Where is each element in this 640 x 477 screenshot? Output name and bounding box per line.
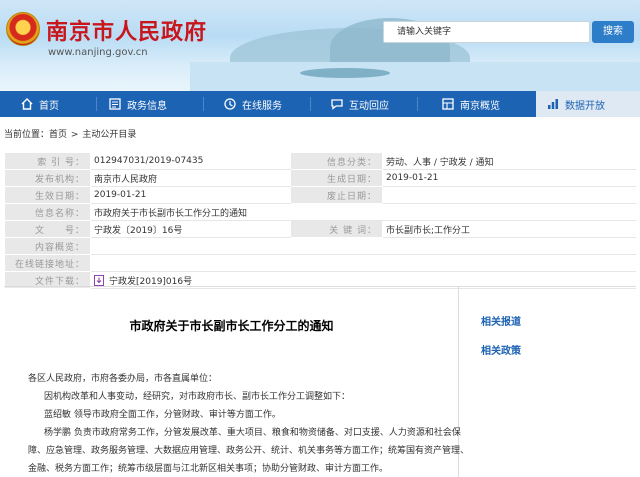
article-title: 市政府关于市长副市长工作分工的通知 [129, 319, 334, 333]
docno-value: 宁政发〔2019〕16号 [90, 220, 291, 238]
article-paragraph: 蓝绍敏 领导市政府全面工作，分管财政、审计等方面工作。 [44, 410, 281, 420]
online-value [90, 254, 636, 272]
search-input[interactable] [397, 23, 587, 41]
table-row: 在线链接地址： [4, 254, 636, 272]
breadcrumb-current[interactable]: 主动公开目录 [82, 130, 136, 140]
nav-divider [310, 97, 311, 111]
document-info-table: 索 引 号： 012947031/2019-07435 信息分类： 劳动、人事 … [4, 152, 636, 289]
online-label: 在线链接地址： [4, 254, 91, 272]
header-scenery [190, 62, 640, 91]
article: 市政府关于市长副市长工作分工的通知 各区人民政府，市府各委办局，市各直属单位： … [4, 287, 469, 477]
table-row: 索 引 号： 012947031/2019-07435 信息分类： 劳动、人事 … [4, 152, 636, 170]
category-label: 信息分类： [290, 152, 383, 170]
article-paragraph: 杨学鹏 负责市政府常务工作，分管发展改革、重大项目、粮食和物资储备、对口支援、人… [44, 428, 461, 438]
search-button[interactable]: 搜索 [592, 21, 634, 43]
nav-divider [203, 97, 204, 111]
nav-item-service[interactable]: 在线服务 [203, 91, 310, 117]
nav-item-overview[interactable]: 南京概览 [417, 91, 536, 117]
summary-value [90, 237, 636, 255]
table-row: 生效日期： 2019-01-21 废止日期： [4, 186, 636, 204]
search-box [383, 21, 590, 43]
nav-item-label: 数据开放 [565, 100, 605, 112]
main-nav: 首页 政务信息 在线服务 互动回应 南京概览 数据开放 [0, 91, 640, 117]
article-paragraph: 金融、税务方面工作；统筹市级层面与江北新区相关事项；协助分管财政、审计方面工作。 [28, 464, 389, 474]
site-header: 南京市人民政府 www.nanjing.gov.cn 搜索 [0, 0, 640, 91]
keywords-value: 市长副市长;工作分工 [382, 220, 636, 238]
index-value: 012947031/2019-07435 [90, 152, 291, 170]
nav-item-data[interactable]: 数据开放 [536, 91, 640, 117]
name-label: 信息名称： [4, 203, 91, 221]
created-label: 生成日期： [290, 169, 383, 187]
national-emblem-icon [6, 12, 40, 46]
site-title[interactable]: 南京市人民政府 [46, 14, 207, 46]
header-scenery [300, 68, 390, 78]
home-icon [21, 98, 33, 110]
docno-label: 文 号： [4, 220, 91, 238]
expire-label: 废止日期： [290, 186, 383, 204]
news-icon [109, 98, 121, 110]
nav-item-news[interactable]: 政务信息 [96, 91, 203, 117]
download-file-icon [94, 274, 104, 286]
nav-divider [417, 97, 418, 111]
overview-icon [442, 98, 454, 110]
nav-item-label: 首页 [39, 100, 59, 112]
category-value: 劳动、人事 / 宁政发 / 通知 [382, 152, 636, 170]
nav-item-label: 南京概览 [460, 100, 500, 112]
table-row: 发布机构： 南京市人民政府 生成日期： 2019-01-21 [4, 169, 636, 187]
article-paragraph: 因机构改革和人事变动，经研究，对市政府市长、副市长工作分工调整如下： [44, 392, 351, 402]
site-url: www.nanjing.gov.cn [48, 47, 148, 58]
nav-item-home[interactable]: 首页 [0, 91, 96, 117]
nav-divider [96, 97, 97, 111]
related-sidebar: 相关报道 相关政策 [481, 313, 521, 371]
effective-value: 2019-01-21 [90, 186, 291, 204]
nav-item-label: 互动回应 [349, 100, 389, 112]
related-reports-link[interactable]: 相关报道 [481, 313, 521, 328]
index-label: 索 引 号： [4, 152, 91, 170]
publisher-label: 发布机构： [4, 169, 91, 187]
nav-item-label: 政务信息 [127, 100, 167, 112]
breadcrumb-prefix: 当前位置： [4, 130, 50, 140]
related-policies-link[interactable]: 相关政策 [481, 342, 521, 357]
content-area: 市政府关于市长副市长工作分工的通知 各区人民政府，市府各委办局，市各直属单位： … [4, 286, 636, 477]
table-row: 文 号： 宁政发〔2019〕16号 关 键 词： 市长副市长;工作分工 [4, 220, 636, 238]
service-icon [224, 98, 236, 110]
chat-icon [331, 99, 343, 110]
nav-item-label: 在线服务 [242, 100, 282, 112]
created-value: 2019-01-21 [382, 169, 636, 187]
effective-label: 生效日期： [4, 186, 91, 204]
breadcrumb: 当前位置：首页 > 主动公开目录 [4, 127, 136, 140]
article-paragraph: 障、应急管理、政务服务管理、大数据应用管理、政务公开、统计、机关事务等方面工作；… [28, 446, 470, 456]
keywords-label: 关 键 词： [290, 220, 383, 238]
breadcrumb-separator: > [70, 130, 79, 140]
data-icon [548, 99, 558, 109]
nav-item-interaction[interactable]: 互动回应 [310, 91, 417, 117]
table-row: 内容概览： [4, 237, 636, 255]
name-value: 市政府关于市长副市长工作分工的通知 [90, 203, 636, 221]
expire-value [382, 186, 636, 204]
summary-label: 内容概览： [4, 237, 91, 255]
download-link[interactable]: 宁政发[2019]016号 [109, 277, 192, 287]
table-row: 信息名称： 市政府关于市长副市长工作分工的通知 [4, 203, 636, 221]
breadcrumb-home-link[interactable]: 首页 [49, 130, 67, 140]
article-addressee: 各区人民政府，市府各委办局，市各直属单位： [28, 374, 218, 384]
publisher-value: 南京市人民政府 [90, 169, 291, 187]
